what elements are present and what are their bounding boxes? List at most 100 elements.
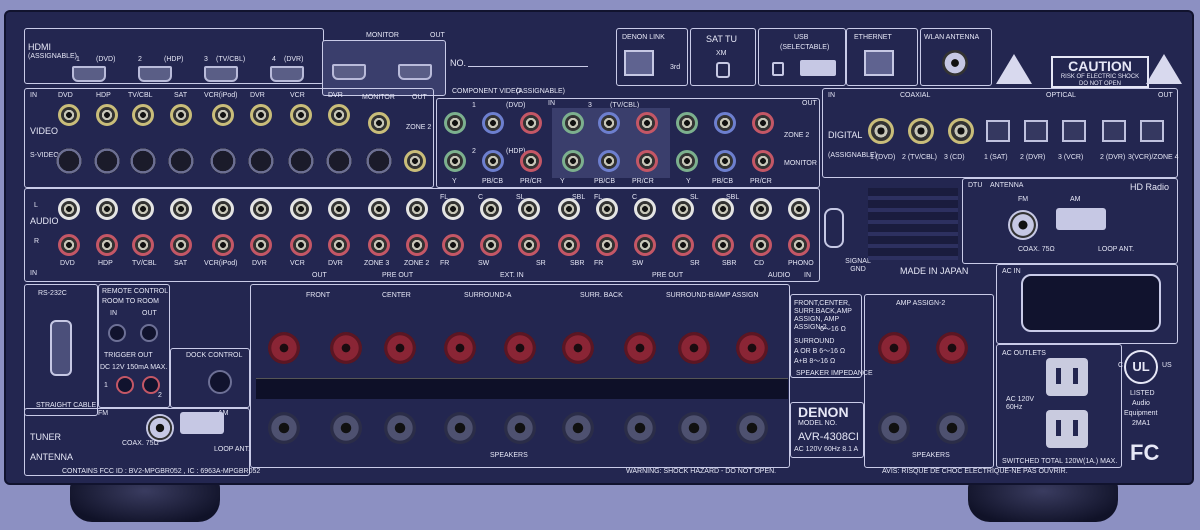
remote-in-jack[interactable] (108, 324, 126, 342)
coax3-jack[interactable] (948, 118, 974, 144)
speaker-plus-terminal[interactable] (624, 332, 656, 364)
audio-r-jack[interactable] (96, 234, 118, 256)
audio-r-jack[interactable] (750, 234, 772, 256)
audio-l-jack[interactable] (132, 198, 154, 220)
coax1-jack[interactable] (868, 118, 894, 144)
speaker-plus-terminal[interactable] (678, 332, 710, 364)
audio-r-jack[interactable] (518, 234, 540, 256)
trigger-1-jack[interactable] (116, 376, 134, 394)
svideo-hdp-jack[interactable] (94, 148, 120, 174)
comp-zone2-y-jack[interactable] (676, 112, 698, 134)
comp-mon-y-jack[interactable] (676, 150, 698, 172)
speaker-plus-terminal[interactable] (736, 332, 768, 364)
svideo-vcr-jack[interactable] (210, 148, 236, 174)
video-out-vcr-jack[interactable] (290, 104, 312, 126)
speaker-minus-terminal[interactable] (624, 412, 656, 444)
audio-l-jack[interactable] (406, 198, 428, 220)
am-antenna-terminal[interactable] (1056, 208, 1106, 230)
audio-r-jack[interactable] (328, 234, 350, 256)
speaker-minus-terminal[interactable] (736, 412, 768, 444)
speaker-minus-terminal[interactable] (444, 412, 476, 444)
audio-l-jack[interactable] (328, 198, 350, 220)
audio-l-jack[interactable] (212, 198, 234, 220)
comp2-y-jack[interactable] (444, 150, 466, 172)
ac-outlet-2[interactable] (1046, 410, 1088, 448)
audio-l-jack[interactable] (518, 198, 540, 220)
hdmi-in1-port[interactable] (72, 66, 106, 82)
audio-l-jack[interactable] (96, 198, 118, 220)
hdmi-monitor1-port[interactable] (332, 64, 366, 80)
comp3b-pr-jack[interactable] (636, 150, 658, 172)
usb-mini-port[interactable] (772, 62, 784, 76)
speaker-minus-terminal[interactable] (268, 412, 300, 444)
audio-r-jack[interactable] (442, 234, 464, 256)
audio-r-jack[interactable] (672, 234, 694, 256)
audio-r-jack[interactable] (558, 234, 580, 256)
optical2-port[interactable] (1024, 120, 1048, 142)
audio-l-jack[interactable] (672, 198, 694, 220)
video-hdp-jack[interactable] (96, 104, 118, 126)
dock-port[interactable] (208, 370, 232, 394)
audio-r-jack[interactable] (634, 234, 656, 256)
video-vcr-jack[interactable] (212, 104, 234, 126)
audio-l-jack[interactable] (250, 198, 272, 220)
svideo-out-vcr-jack[interactable] (288, 148, 314, 174)
speaker-minus-terminal[interactable] (504, 412, 536, 444)
audio-l-jack[interactable] (596, 198, 618, 220)
audio-l-jack[interactable] (712, 198, 734, 220)
fm-antenna-connector[interactable] (1008, 210, 1038, 240)
audio-r-jack[interactable] (170, 234, 192, 256)
svideo-dvd-jack[interactable] (56, 148, 82, 174)
speaker-minus-terminal[interactable] (330, 412, 362, 444)
comp-zone2-pb-jack[interactable] (714, 112, 736, 134)
audio-l-jack[interactable] (558, 198, 580, 220)
audio-l-jack[interactable] (58, 198, 80, 220)
speaker-plus-terminal[interactable] (330, 332, 362, 364)
usb-a-port[interactable] (800, 60, 836, 76)
speaker-minus-terminal[interactable] (384, 412, 416, 444)
audio-r-jack[interactable] (212, 234, 234, 256)
svideo-tvcbl-jack[interactable] (130, 148, 156, 174)
denon-link-port[interactable] (624, 50, 654, 76)
audio-l-jack[interactable] (634, 198, 656, 220)
comp2-pr-jack[interactable] (520, 150, 542, 172)
audio-r-jack[interactable] (250, 234, 272, 256)
video-sat-jack[interactable] (170, 104, 192, 126)
speaker-plus-terminal[interactable] (384, 332, 416, 364)
wlan-antenna-connector[interactable] (942, 50, 968, 76)
speaker-plus-terminal[interactable] (504, 332, 536, 364)
tuner-fm-connector[interactable] (146, 414, 174, 442)
comp1-pr-jack[interactable] (520, 112, 542, 134)
video-tvcbl-jack[interactable] (132, 104, 154, 126)
tuner-am-terminal[interactable] (180, 412, 224, 434)
signal-gnd-terminal[interactable] (824, 208, 844, 248)
audio-l-jack[interactable] (170, 198, 192, 220)
comp2-pb-jack[interactable] (482, 150, 504, 172)
audio-l-jack[interactable] (750, 198, 772, 220)
ethernet-port[interactable] (864, 50, 894, 76)
hdmi-in2-port[interactable] (138, 66, 172, 82)
comp-zone2-pr-jack[interactable] (752, 112, 774, 134)
speaker-plus-terminal[interactable] (444, 332, 476, 364)
xm-port[interactable] (716, 62, 730, 78)
audio-l-jack[interactable] (442, 198, 464, 220)
speaker-plus-terminal[interactable] (936, 332, 968, 364)
audio-r-jack[interactable] (406, 234, 428, 256)
video-monitor-jack[interactable] (368, 112, 390, 134)
remote-out-jack[interactable] (140, 324, 158, 342)
hdmi-monitor2-port[interactable] (398, 64, 432, 80)
audio-l-jack[interactable] (290, 198, 312, 220)
comp3b-pb-jack[interactable] (598, 150, 620, 172)
speaker-plus-terminal[interactable] (878, 332, 910, 364)
speaker-minus-terminal[interactable] (562, 412, 594, 444)
optical3-port[interactable] (1062, 120, 1086, 142)
svideo-monitor-jack[interactable] (366, 148, 392, 174)
comp3b-y-jack[interactable] (562, 150, 584, 172)
coax2-jack[interactable] (908, 118, 934, 144)
ac-outlet-1[interactable] (1046, 358, 1088, 396)
audio-r-jack[interactable] (368, 234, 390, 256)
video-out-dvr-jack[interactable] (328, 104, 350, 126)
audio-r-jack[interactable] (132, 234, 154, 256)
comp-mon-pr-jack[interactable] (752, 150, 774, 172)
hdmi-in3-port[interactable] (204, 66, 238, 82)
